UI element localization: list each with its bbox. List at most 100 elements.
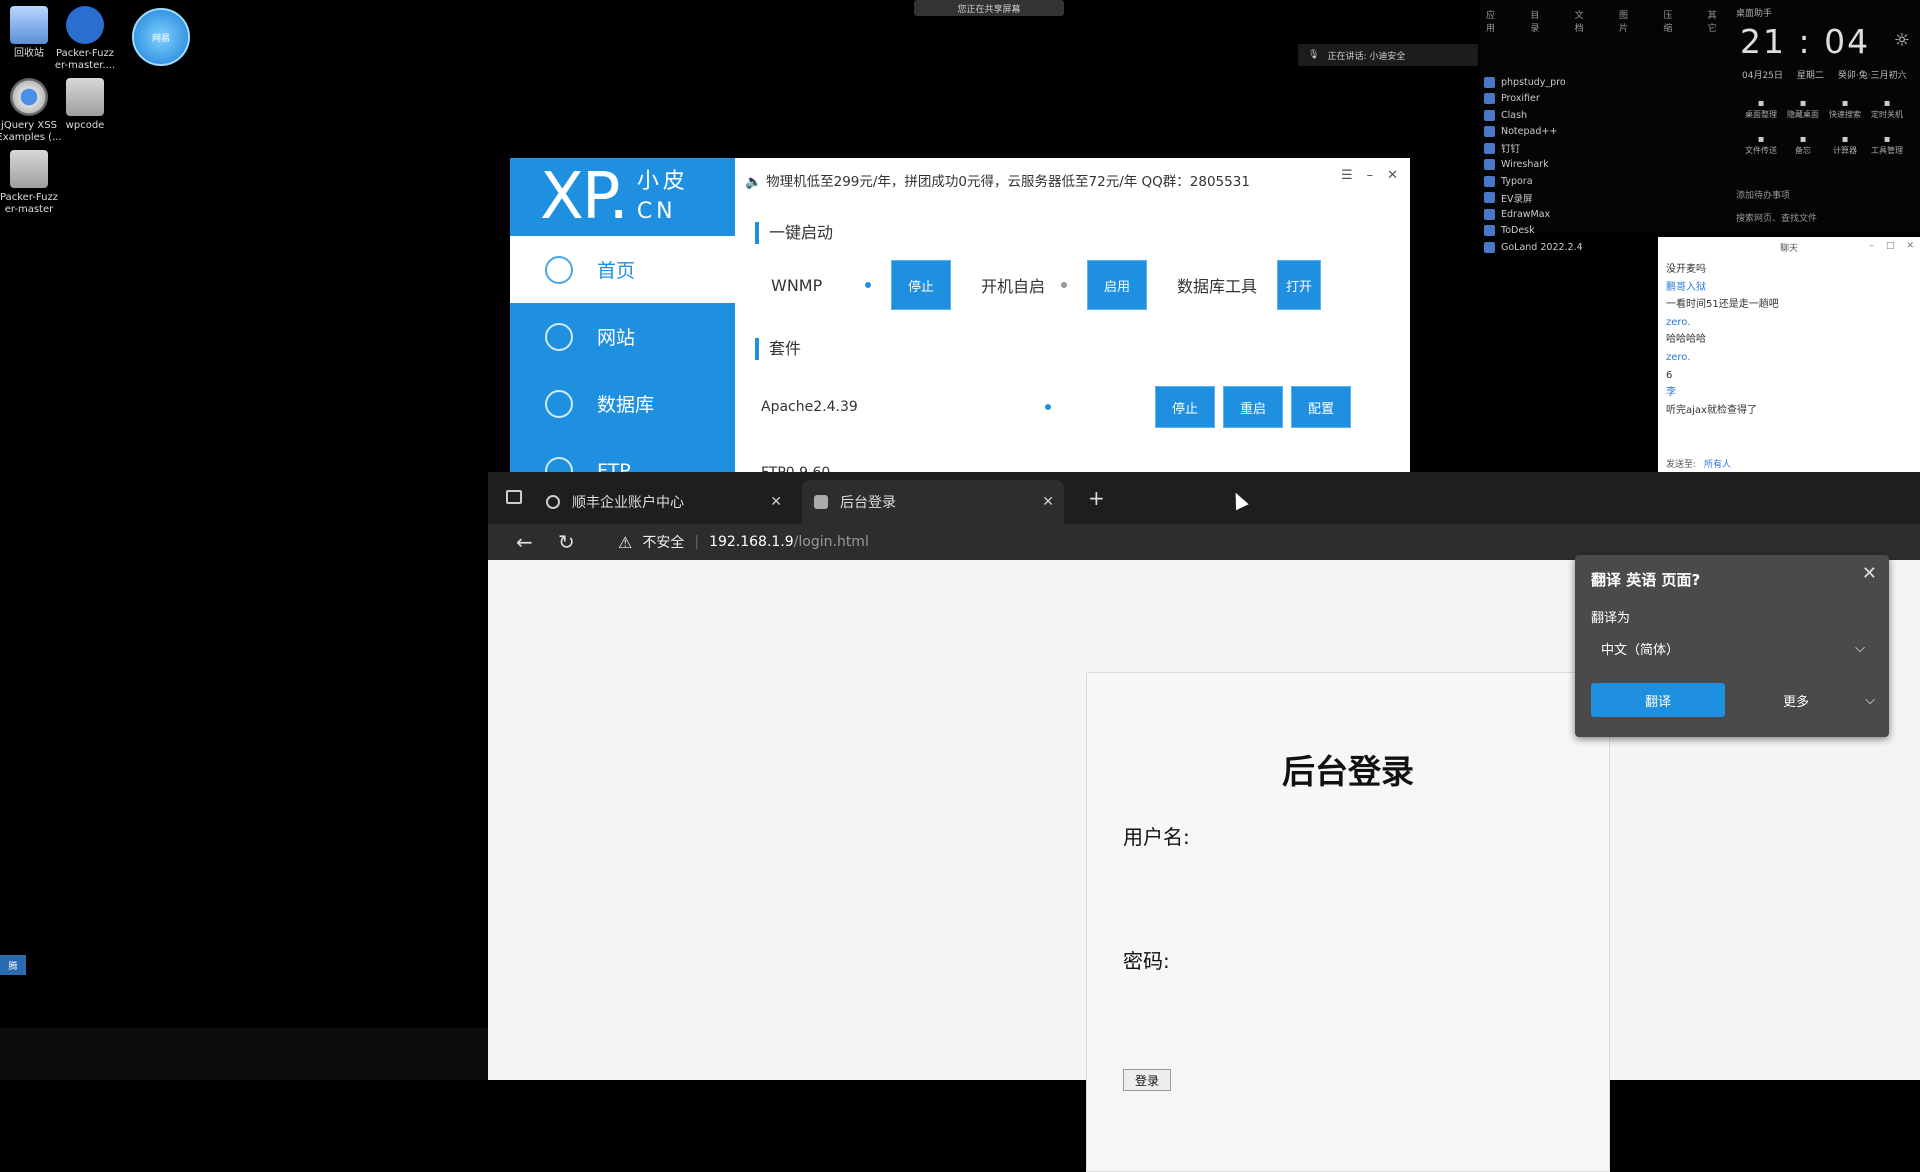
floating-avatar[interactable]: 网易: [132, 8, 190, 66]
screen-share-badge[interactable]: 您正在共享屏幕: [914, 0, 1064, 16]
desktop-icon-packer-zip[interactable]: Packer-Fuzz er-master....: [50, 6, 120, 72]
close-tab-icon[interactable]: ✕: [770, 494, 782, 510]
app-item[interactable]: Clash: [1484, 107, 1730, 124]
apps-tab-dir[interactable]: 目录: [1530, 8, 1546, 34]
tool-shutdown-timer[interactable]: 定时关机: [1866, 98, 1908, 120]
microphone-icon: 🎙: [1308, 50, 1320, 60]
chat-titlebar: 聊天 – □ ✕: [1779, 241, 1914, 254]
clock-time: 21 : 04: [1740, 22, 1871, 61]
tray-app-icon[interactable]: 腾: [0, 955, 26, 975]
add-todo[interactable]: 添加待办事项: [1736, 188, 1790, 201]
zip-archive-icon: [66, 6, 104, 44]
translate-title: 翻译 英语 页面?: [1591, 571, 1701, 589]
nav-database[interactable]: 数据库: [510, 370, 735, 437]
warning-icon[interactable]: ⚠: [618, 533, 632, 552]
app-item[interactable]: Notepad++: [1484, 124, 1730, 141]
desktop-icon-label: Packer-Fuzz er-master....: [54, 48, 116, 71]
chrome-icon: [10, 78, 48, 116]
db-tool-open-button[interactable]: 打开: [1277, 260, 1321, 310]
maximize-icon[interactable]: □: [1886, 241, 1895, 251]
language-select[interactable]: 中文（简体） ⌵: [1591, 631, 1875, 665]
close-icon[interactable]: ✕: [1906, 241, 1914, 251]
url-field[interactable]: ⚠ 不安全 | 192.168.1.9/login.html: [618, 524, 869, 560]
nav-website[interactable]: 网站: [510, 303, 735, 370]
app-item[interactable]: Wireshark: [1484, 157, 1730, 174]
status-dot: [865, 282, 871, 288]
menu-icon[interactable]: ☰: [1341, 168, 1353, 183]
app-launcher-panel: 应用 目录 文档 图片 压缩 其它 phpstudy_pro Proxifier…: [1480, 0, 1730, 253]
url-host: 192.168.1.9: [709, 534, 794, 550]
clock-date: 04月25日 星期二 癸卯·兔·三月初六: [1742, 71, 1907, 81]
url-divider: |: [694, 534, 700, 550]
chat-user: 李: [1666, 387, 1676, 399]
tool-hide-desktop[interactable]: 隐藏桌面: [1782, 98, 1824, 120]
close-tab-icon[interactable]: ✕: [1042, 494, 1054, 510]
nav-ftp[interactable]: FTP: [510, 437, 735, 473]
new-tab-button[interactable]: +: [1088, 486, 1105, 510]
promo-notice[interactable]: 🔈 物理机低至299元/年，拼团成功0元得，云服务器低至72元/年 QQ群：28…: [745, 170, 1250, 190]
tab-admin-login[interactable]: 后台登录 ✕: [802, 480, 1064, 524]
app-item[interactable]: EdrawMax: [1484, 206, 1730, 223]
tool-file-transfer[interactable]: 文件传送: [1740, 134, 1782, 156]
desktop-icon-packer-folder[interactable]: Packer-Fuzz er-master: [0, 150, 64, 216]
wnmp-stop-button[interactable]: 停止: [891, 260, 951, 310]
app-item[interactable]: 钉钉: [1484, 140, 1730, 157]
app-icon: [1484, 76, 1495, 88]
sun-icon[interactable]: ☼: [1894, 30, 1910, 51]
tab-bar: 顺丰企业账户中心 ✕ 后台登录 ✕ +: [488, 472, 1920, 524]
status-dot: [1045, 404, 1051, 410]
section-suite: 套件: [755, 338, 801, 360]
minimize-icon[interactable]: –: [1869, 241, 1874, 251]
autostart-enable-button[interactable]: 启用: [1087, 260, 1147, 310]
desktop-icon-label: Packer-Fuzz er-master: [0, 192, 58, 215]
close-icon[interactable]: ✕: [1387, 168, 1398, 183]
tool-desktop-organize[interactable]: 桌面整理: [1740, 98, 1782, 120]
apps-tab-images[interactable]: 图片: [1619, 8, 1635, 34]
app-item[interactable]: Typora: [1484, 173, 1730, 190]
apache-stop-button[interactable]: 停止: [1155, 386, 1215, 428]
more-options-button[interactable]: 更多 ⌵: [1783, 683, 1875, 717]
apache-config-button[interactable]: 配置: [1291, 386, 1351, 428]
chat-message: 6: [1666, 369, 1673, 381]
translate-popup: 翻译 英语 页面? ✕ 翻译为 中文（简体） ⌵ 翻译 更多 ⌵: [1575, 555, 1889, 737]
chat-send-to[interactable]: 发送至: 所有人: [1666, 457, 1731, 470]
desktop-assistant-panel: 桌面助手 21 : 04 ☼ 04月25日 星期二 癸卯·兔·三月初六 桌面整理…: [1730, 0, 1920, 232]
login-button[interactable]: 登录: [1123, 1069, 1171, 1091]
chevron-down-icon: ⌵: [1865, 692, 1875, 708]
web-search[interactable]: 搜索网页、查找文件: [1736, 211, 1817, 224]
tool-calculator[interactable]: 计算器: [1824, 134, 1866, 156]
chat-message: 哈哈哈哈: [1666, 334, 1706, 346]
ftp-icon: [545, 456, 573, 473]
translate-button[interactable]: 翻译: [1591, 683, 1725, 717]
status-dot: [1061, 282, 1067, 288]
username-label: 用户名:: [1123, 825, 1190, 849]
app-item[interactable]: Proxifier: [1484, 91, 1730, 108]
phpstudy-window: XP. 小皮 CN 首页 网站 数据库 FTP 🔈 物理机低至299元/年，拼团成…: [510, 158, 1410, 473]
url-path: /login.html: [793, 534, 869, 550]
folder-icon: [10, 150, 48, 188]
tool-quick-search[interactable]: 快速搜索: [1824, 98, 1866, 120]
close-icon[interactable]: ✕: [1862, 563, 1877, 584]
apps-tab-archives[interactable]: 压缩: [1663, 8, 1679, 34]
tool-manager[interactable]: 工具管理: [1866, 134, 1908, 156]
back-arrow-icon[interactable]: ←: [516, 530, 533, 554]
tool-memo[interactable]: 备忘: [1782, 134, 1824, 156]
nav-home[interactable]: 首页: [510, 236, 735, 303]
site-favicon-icon: [546, 495, 560, 509]
reload-icon[interactable]: ↻: [558, 530, 575, 554]
window-controls: ☰ – ✕: [1341, 168, 1398, 183]
tab-sf-account[interactable]: 顺丰企业账户中心 ✕: [534, 480, 792, 524]
app-icon: [1484, 225, 1495, 237]
tab-actions-icon[interactable]: [506, 490, 522, 504]
apps-tab-other[interactable]: 其它: [1708, 8, 1724, 34]
apps-tab-docs[interactable]: 文档: [1575, 8, 1591, 34]
translate-to-label: 翻译为: [1591, 611, 1631, 626]
apps-tab-apps[interactable]: 应用: [1486, 8, 1502, 34]
db-tool-label: 数据库工具: [1177, 277, 1258, 296]
minimize-icon[interactable]: –: [1367, 168, 1374, 183]
apache-restart-button[interactable]: 重启: [1223, 386, 1283, 428]
chat-message: 没开麦吗: [1666, 264, 1706, 275]
app-item[interactable]: EV录屏: [1484, 190, 1730, 207]
app-item[interactable]: phpstudy_pro: [1484, 74, 1730, 91]
desktop-icon-wpcode[interactable]: wpcode: [50, 78, 120, 132]
